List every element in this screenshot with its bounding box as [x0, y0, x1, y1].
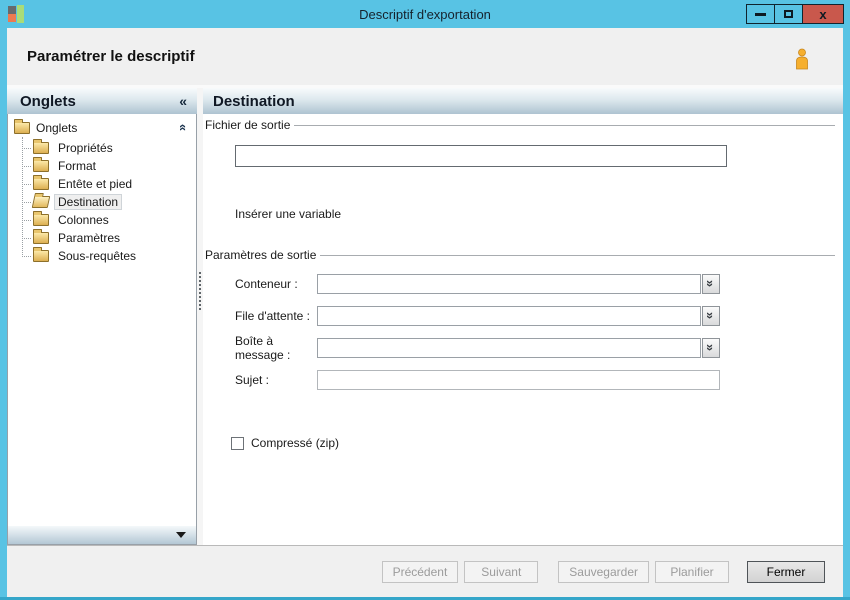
main-panel: Destination Fichier de sortie Insérer un… — [203, 88, 843, 545]
field-row-file-attente: File d'attente : » — [235, 305, 835, 326]
field-row-conteneur: Conteneur : » — [235, 273, 835, 294]
file-attente-dropdown-button[interactable]: » — [702, 306, 720, 326]
sidebar-header: Onglets « — [7, 88, 197, 114]
tree-root-onglets[interactable]: Onglets « — [8, 114, 196, 139]
folder-icon — [33, 214, 49, 226]
folder-icon — [33, 160, 49, 172]
sujet-label: Sujet : — [235, 373, 317, 387]
tree-item-entete-et-pied[interactable]: Entête et pied — [8, 175, 196, 193]
tree-scrollbar — [8, 526, 196, 544]
tree-item-destination[interactable]: Destination — [8, 193, 196, 211]
tree-item-parametres[interactable]: Paramètres — [8, 229, 196, 247]
boite-message-label: Boîte à message : — [235, 334, 317, 362]
output-file-group-legend: Fichier de sortie — [205, 118, 835, 132]
precedent-button[interactable]: Précédent — [382, 561, 459, 583]
field-row-sujet: Sujet : — [235, 369, 835, 390]
tree-item-proprietes[interactable]: Propriétés — [8, 139, 196, 157]
sauvegarder-button[interactable]: Sauvegarder — [558, 561, 649, 583]
page-title: Paramétrer le descriptif — [27, 48, 195, 65]
tabs-tree: Onglets « Propriétés Format — [7, 114, 197, 545]
folder-icon — [33, 142, 49, 154]
folder-icon — [33, 178, 49, 190]
collapse-tree-icon[interactable]: « — [176, 124, 191, 131]
close-button[interactable]: x — [802, 4, 844, 24]
sidebar: Onglets « Onglets « Propriétés — [7, 88, 197, 545]
output-params-group-legend: Paramètres de sortie — [205, 248, 835, 262]
file-attente-label: File d'attente : — [235, 309, 317, 323]
chevron-double-down-icon: » — [704, 312, 717, 319]
sujet-input[interactable] — [317, 370, 720, 390]
conteneur-label: Conteneur : — [235, 277, 317, 291]
minimize-icon — [755, 13, 766, 16]
conteneur-dropdown-button[interactable]: » — [702, 274, 720, 294]
suivant-button[interactable]: Suivant — [464, 561, 538, 583]
main-panel-header: Destination — [203, 88, 843, 114]
splitter-handle-icon[interactable] — [199, 272, 201, 310]
tree-item-format[interactable]: Format — [8, 157, 196, 175]
boite-message-dropdown-button[interactable]: » — [702, 338, 720, 358]
footer-button-bar: Précédent Suivant Sauvegarder Planifier … — [7, 545, 843, 597]
file-attente-input[interactable] — [317, 306, 701, 326]
fermer-button[interactable]: Fermer — [747, 561, 825, 583]
window-title: Descriptif d'exportation — [0, 7, 850, 22]
dialog-window: Descriptif d'exportation x Paramétrer le… — [0, 0, 850, 600]
close-icon: x — [819, 8, 826, 21]
page-header: Paramétrer le descriptif — [7, 28, 843, 88]
sidebar-title: Onglets — [20, 93, 76, 110]
maximize-icon — [784, 10, 793, 18]
folder-icon — [33, 250, 49, 262]
maximize-button[interactable] — [774, 4, 803, 24]
open-folder-icon — [32, 196, 51, 208]
output-file-input[interactable] — [235, 145, 727, 167]
minimize-button[interactable] — [746, 4, 775, 24]
scroll-down-icon[interactable] — [176, 532, 186, 538]
compressed-zip-checkbox[interactable] — [231, 437, 244, 450]
person-icon — [793, 48, 811, 70]
tree-item-colonnes[interactable]: Colonnes — [8, 211, 196, 229]
boite-message-input[interactable] — [317, 338, 701, 358]
folder-icon — [14, 122, 30, 134]
conteneur-input[interactable] — [317, 274, 701, 294]
chevron-double-down-icon: » — [704, 344, 717, 351]
field-row-boite-message: Boîte à message : » — [235, 337, 835, 358]
chevron-double-down-icon: » — [704, 280, 717, 287]
planifier-button[interactable]: Planifier — [655, 561, 729, 583]
compressed-zip-label: Compressé (zip) — [251, 436, 339, 450]
folder-icon — [33, 232, 49, 244]
tree-item-sous-requetes[interactable]: Sous-requêtes — [8, 247, 196, 265]
titlebar: Descriptif d'exportation x — [0, 0, 850, 28]
collapse-sidebar-icon[interactable]: « — [179, 93, 187, 109]
destination-form: Fichier de sortie Insérer une variable P… — [203, 114, 843, 545]
compressed-zip-row: Compressé (zip) — [231, 436, 835, 450]
main-panel-title: Destination — [213, 93, 295, 110]
insert-variable-link[interactable]: Insérer une variable — [235, 207, 835, 221]
